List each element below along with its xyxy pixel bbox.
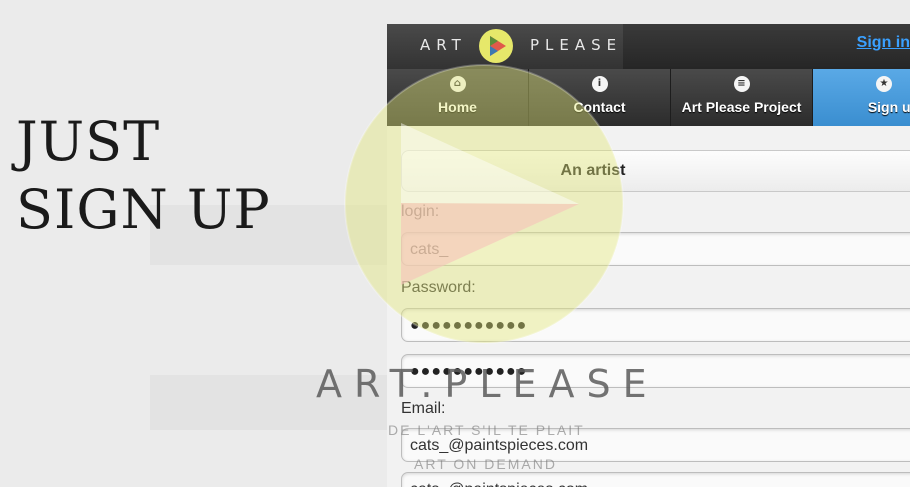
- nav-item-art-please-project[interactable]: ≡ Art Please Project: [671, 69, 813, 126]
- headline: JUST SIGN UP: [16, 108, 271, 244]
- menu-icon: ≡: [733, 76, 750, 92]
- brand-word-left: ART: [420, 36, 467, 54]
- nav-label: Sign up: [867, 99, 910, 115]
- watermark-logo: [344, 64, 624, 344]
- headline-line-2: SIGN UP: [16, 178, 271, 241]
- brand-word-right: PLEASE: [530, 36, 623, 54]
- sign-in-link[interactable]: Sign in: [857, 34, 910, 52]
- nav-label: Art Please Project: [681, 99, 802, 115]
- email-confirm-input[interactable]: cats_@paintspieces.com: [401, 472, 910, 487]
- watermark-title: ART.PLEASE: [316, 362, 659, 406]
- art-please-play-logo-icon: [479, 29, 513, 63]
- watermark-subtitle-1: DE L'ART S'IL TE PLAIT: [388, 422, 585, 438]
- star-icon: ★: [876, 76, 892, 92]
- watermark-subtitle-2: ART ON DEMAND: [414, 456, 557, 472]
- headline-line-1: JUST: [16, 110, 161, 173]
- nav-item-sign-up[interactable]: ★ Sign up: [813, 69, 910, 126]
